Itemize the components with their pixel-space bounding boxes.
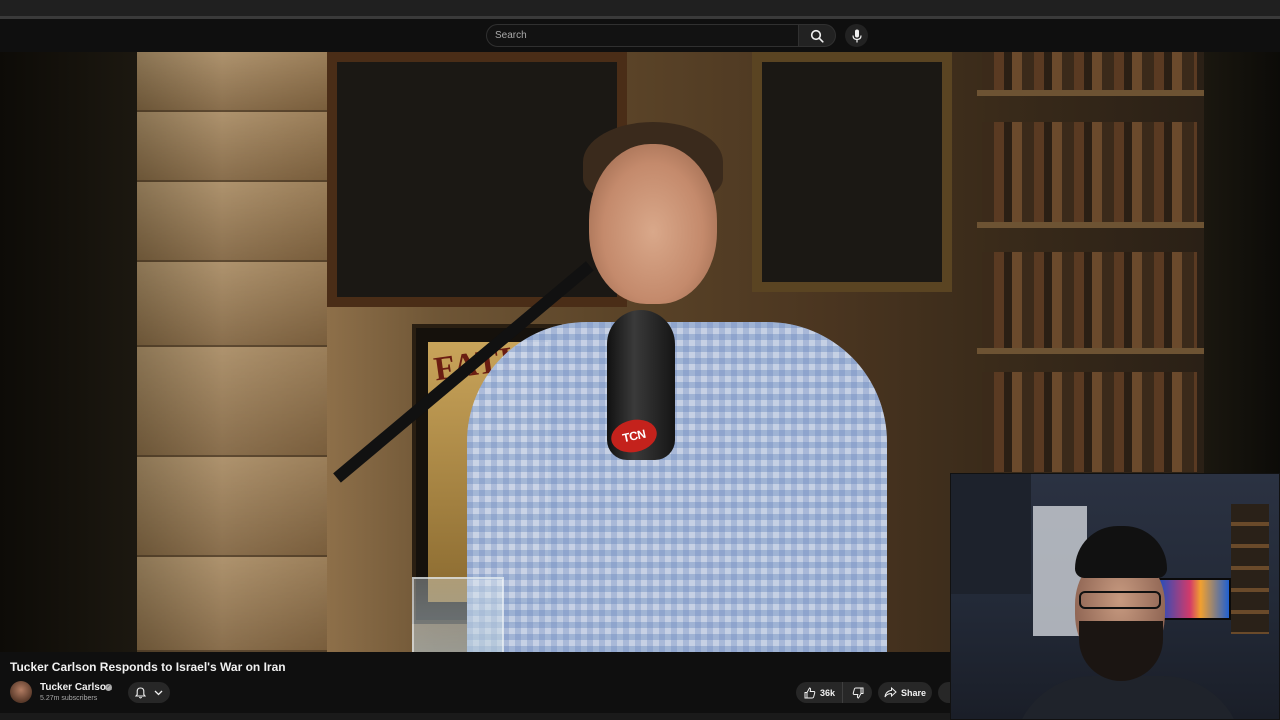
thumbs-down-icon xyxy=(852,687,864,699)
voice-search-button[interactable] xyxy=(845,24,868,47)
wall-plank xyxy=(137,457,327,557)
wall-plank xyxy=(137,347,327,457)
water-glass xyxy=(412,577,504,652)
share-label: Share xyxy=(900,687,926,698)
shirt-pattern xyxy=(467,322,887,652)
webcam-overlay xyxy=(950,473,1280,720)
chevron-down-icon xyxy=(154,690,163,696)
wall-plank xyxy=(137,557,327,652)
bookshelf-shelf xyxy=(977,222,1204,228)
person-head xyxy=(589,144,717,304)
subscriber-count: 5.27m subscribers xyxy=(40,695,98,702)
streamer xyxy=(993,526,1243,719)
notification-bell-button[interactable] xyxy=(128,682,170,703)
wall-plank xyxy=(137,262,327,347)
bookshelf-shelf xyxy=(977,348,1204,354)
browser-top-strip xyxy=(0,0,1280,16)
search-icon xyxy=(810,29,824,43)
room-shelf xyxy=(1231,504,1269,634)
search-input[interactable]: Search xyxy=(486,24,799,47)
mic-badge-text: TCN xyxy=(621,426,647,446)
thumbs-up-icon xyxy=(804,686,816,699)
microphone-icon xyxy=(851,29,862,43)
bell-icon xyxy=(135,686,147,699)
search-placeholder: Search xyxy=(495,30,527,41)
bookshelf-books xyxy=(982,252,1197,348)
page-bottom-strip xyxy=(0,713,950,720)
wall-plank xyxy=(137,52,327,112)
like-count: 36k xyxy=(820,687,836,698)
player-letterbox-left xyxy=(0,52,137,652)
bookshelf-shelf xyxy=(977,90,1204,96)
streamer-glasses xyxy=(1079,591,1161,609)
like-button[interactable]: 36k xyxy=(796,682,843,703)
wall-plank xyxy=(137,182,327,262)
verified-icon: ✓ xyxy=(105,684,112,691)
search-button[interactable] xyxy=(798,24,836,47)
bookshelf-books xyxy=(982,372,1197,472)
wall-plank xyxy=(137,112,327,182)
share-icon xyxy=(884,687,897,698)
video-title: Tucker Carlson Responds to Israel's War … xyxy=(10,660,286,674)
wall-picture-frame xyxy=(752,52,952,292)
channel-avatar[interactable] xyxy=(10,681,32,703)
share-button[interactable]: Share xyxy=(878,682,932,703)
streamer-cap xyxy=(1075,526,1167,578)
bookshelf-books xyxy=(982,122,1197,222)
bookshelf-books xyxy=(982,52,1197,90)
like-dislike-group: 36k xyxy=(796,682,872,703)
streamer-body xyxy=(1013,676,1243,719)
dislike-button[interactable] xyxy=(843,682,872,703)
channel-name[interactable]: Tucker Carlson xyxy=(40,682,112,693)
streamer-beard xyxy=(1079,621,1163,681)
